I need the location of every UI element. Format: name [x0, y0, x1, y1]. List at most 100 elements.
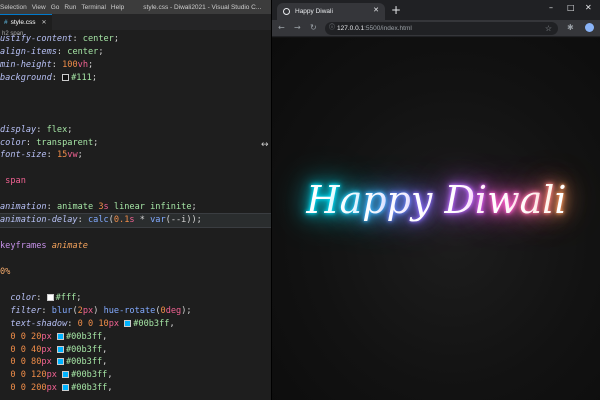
- code-token: align-items: [0, 46, 57, 57]
- code-line[interactable]: align-items: center;: [0, 46, 271, 59]
- close-icon[interactable]: ✕: [42, 19, 47, 26]
- code-token: :: [72, 34, 83, 44]
- code-line[interactable]: font-size: 15vw;: [0, 149, 271, 162]
- reload-icon[interactable]: ↻: [310, 23, 317, 32]
- code-line[interactable]: color: #fff;: [0, 292, 271, 305]
- code-token: 100: [62, 59, 78, 70]
- code-token: ;: [67, 124, 73, 135]
- color-swatch[interactable]: [46, 293, 54, 301]
- menu-help[interactable]: Help: [111, 4, 129, 11]
- code-line[interactable]: ustify-content: center;: [0, 33, 271, 46]
- code-line[interactable]: [0, 227, 271, 240]
- code-line[interactable]: [0, 85, 271, 98]
- code-token: ,: [169, 318, 175, 329]
- code-line[interactable]: animation-delay: calc(0.1s * var(--i));: [0, 213, 271, 229]
- code-token: animation-delay: [0, 215, 78, 226]
- code-line[interactable]: span: [0, 175, 271, 188]
- close-icon[interactable]: ✕: [373, 6, 379, 14]
- code-token: ;: [113, 34, 120, 44]
- browser-toolbar: ← → ↻ ⓘ 127.0.0.1:5500/index.html ☆ ✱: [272, 20, 600, 37]
- menu-go[interactable]: Go: [51, 4, 65, 11]
- code-token: ,: [102, 357, 108, 368]
- code-line[interactable]: text-shadow: 0 0 10px #00b3ff,: [0, 318, 271, 331]
- code-line[interactable]: 0 0 200px #00b3ff,: [0, 382, 271, 395]
- info-icon[interactable]: ⓘ: [329, 22, 335, 35]
- close-window-button[interactable]: ✕: [585, 3, 592, 12]
- forward-icon[interactable]: →: [294, 23, 301, 32]
- code-line[interactable]: filter: blur(2px) hue-rotate(0deg);: [0, 305, 271, 318]
- heading-letter: a: [519, 178, 543, 222]
- code-token: font-size: [0, 150, 47, 161]
- split-resize-icon[interactable]: ↔: [261, 140, 269, 150]
- code-token: 0 0 120: [10, 370, 47, 381]
- code-token: #00b3ff: [65, 357, 103, 368]
- css-hash-icon: #: [4, 19, 8, 26]
- color-swatch[interactable]: [62, 371, 70, 379]
- maximize-button[interactable]: □: [567, 3, 575, 12]
- code-token: ;: [88, 59, 94, 70]
- code-token: vh: [77, 59, 88, 70]
- address-bar[interactable]: ⓘ 127.0.0.1:5500/index.html ☆: [325, 22, 558, 35]
- code-token: 0 0 200: [10, 383, 47, 394]
- extensions-icon[interactable]: ✱: [567, 23, 574, 32]
- code-token: color: [10, 292, 37, 303]
- vscode-window: Selection View Go Run Terminal Help styl…: [0, 0, 271, 400]
- code-token: ;: [91, 72, 97, 83]
- code-line[interactable]: background: #111;: [0, 72, 271, 85]
- color-swatch[interactable]: [56, 332, 64, 340]
- color-swatch[interactable]: [56, 358, 64, 366]
- code-line[interactable]: min-height: 100vh;: [0, 59, 271, 72]
- code-token: ;: [93, 137, 99, 148]
- editor-tab-style-css[interactable]: # style.css ✕: [0, 14, 52, 30]
- code-line[interactable]: [0, 279, 271, 292]
- code-token: var: [150, 215, 166, 226]
- code-token: *: [134, 215, 151, 226]
- code-line[interactable]: [0, 111, 271, 124]
- code-token: :: [77, 215, 88, 226]
- code-token: #00b3ff: [133, 318, 170, 329]
- code-token: 0.1: [113, 215, 130, 226]
- code-token: ,: [102, 344, 108, 355]
- color-swatch[interactable]: [62, 384, 70, 392]
- code-line[interactable]: animation: animate 3s linear infinite;: [0, 201, 271, 214]
- profile-avatar[interactable]: [585, 23, 594, 32]
- code-token: 0 0 20: [10, 331, 42, 342]
- code-token: animation: [0, 202, 47, 213]
- menu-selection[interactable]: Selection: [0, 4, 32, 11]
- heading-letter: H: [306, 178, 340, 222]
- code-line[interactable]: 0 0 120px #00b3ff,: [0, 369, 271, 382]
- code-line[interactable]: 0 0 40px #00b3ff,: [0, 344, 271, 357]
- code-token: deg: [165, 305, 182, 316]
- code-editor[interactable]: ustify-content: center; align-items: cent…: [0, 33, 271, 395]
- code-token: center: [67, 46, 99, 57]
- browser-tab[interactable]: Happy Diwali ✕: [277, 3, 385, 20]
- color-swatch[interactable]: [56, 345, 64, 353]
- code-line[interactable]: 0%: [0, 266, 271, 279]
- menu-run[interactable]: Run: [64, 4, 81, 11]
- menu-view[interactable]: View: [32, 4, 51, 11]
- code-line[interactable]: 0 0 20px #00b3ff,: [0, 331, 271, 344]
- code-line[interactable]: display: flex;: [0, 124, 271, 137]
- new-tab-button[interactable]: +: [391, 3, 401, 17]
- code-line[interactable]: keyframes animate: [0, 240, 271, 253]
- code-line[interactable]: [0, 162, 271, 175]
- menu-terminal[interactable]: Terminal: [81, 4, 111, 11]
- color-swatch[interactable]: [62, 73, 70, 81]
- code-line[interactable]: [0, 253, 271, 266]
- back-icon[interactable]: ←: [278, 23, 285, 32]
- code-token: ;: [191, 202, 197, 213]
- code-token: flex: [46, 124, 68, 135]
- code-token: keyframes: [0, 241, 52, 251]
- code-line[interactable]: [0, 98, 271, 111]
- page-viewport: Happy Diwali: [272, 38, 600, 400]
- color-swatch[interactable]: [124, 319, 132, 327]
- code-line[interactable]: color: transparent;: [0, 137, 271, 150]
- heading-letter: i: [474, 178, 488, 222]
- bookmark-star-icon[interactable]: ☆: [545, 22, 552, 35]
- code-token: px: [46, 383, 57, 394]
- code-line[interactable]: [0, 188, 271, 201]
- minimize-button[interactable]: –: [549, 3, 553, 12]
- code-line[interactable]: 0 0 80px #00b3ff,: [0, 356, 271, 369]
